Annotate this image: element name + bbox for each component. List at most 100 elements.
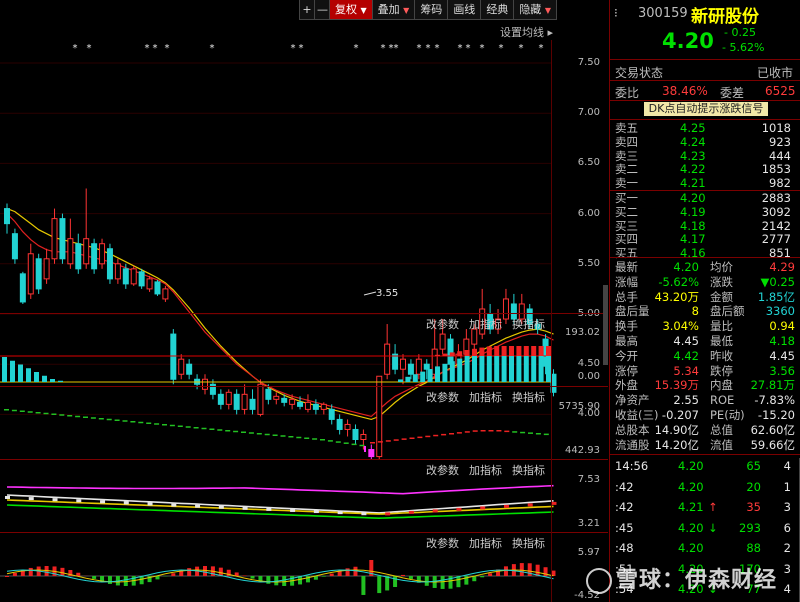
info-marker-icon: * bbox=[480, 43, 485, 54]
sub4-bar bbox=[282, 576, 287, 586]
sub1-bar-red bbox=[509, 346, 514, 356]
sub2-segment bbox=[154, 423, 160, 425]
sub2-segment bbox=[385, 440, 391, 442]
sub2-segment bbox=[177, 425, 183, 427]
sub4-bar bbox=[5, 576, 9, 577]
sub3-mark bbox=[385, 512, 391, 516]
sub2-segment bbox=[209, 428, 215, 430]
scrollbar[interactable] bbox=[603, 285, 608, 365]
sub2-segment bbox=[130, 421, 136, 423]
tick-row: :42 4.21 ↑ 35 3 bbox=[615, 500, 791, 514]
sub2-segment bbox=[225, 430, 231, 432]
sub1-bar bbox=[34, 372, 39, 382]
add-indicator-button[interactable]: 加指标 bbox=[469, 389, 502, 405]
change-params-button[interactable]: 改参数 bbox=[426, 462, 459, 478]
sub4-bar bbox=[187, 568, 192, 576]
sub2-segment bbox=[449, 433, 454, 435]
candle-body bbox=[368, 449, 375, 458]
sub1-bar-red bbox=[523, 346, 529, 356]
candle-body bbox=[146, 278, 153, 290]
sub1-bar-red bbox=[464, 350, 470, 356]
switch-indicator-button[interactable]: 换指标 bbox=[512, 389, 545, 405]
sub3-tools: 改参数 加指标 换指标 bbox=[426, 462, 545, 478]
sub4-bar bbox=[107, 576, 112, 584]
sub3-mark bbox=[432, 509, 438, 513]
sub2-segment bbox=[233, 430, 239, 433]
stat-row: 外盘 15.39万 内盘 27.81万 bbox=[615, 378, 795, 393]
change-params-button[interactable]: 改参数 bbox=[426, 316, 459, 332]
stock-code: 300159 bbox=[638, 6, 688, 21]
sub2-segment bbox=[67, 415, 73, 417]
candle-body bbox=[312, 403, 319, 410]
candle-body bbox=[336, 418, 343, 430]
sub2-segment bbox=[504, 430, 510, 433]
switch-indicator-button[interactable]: 换指标 bbox=[512, 535, 545, 551]
sub1-bar bbox=[501, 356, 507, 382]
sub3-mark bbox=[28, 497, 34, 501]
candle-body bbox=[178, 358, 185, 375]
add-indicator-button[interactable]: 加指标 bbox=[469, 316, 502, 332]
tick-row: :48 4.20 88 2 bbox=[615, 541, 791, 555]
sub2-segment bbox=[409, 437, 415, 439]
sub2-segment bbox=[256, 433, 262, 435]
sub4-tools: 改参数 加指标 换指标 bbox=[426, 535, 545, 551]
change-params-button[interactable]: 改参数 bbox=[426, 389, 459, 405]
sub1-bar-red bbox=[486, 346, 492, 356]
sub2-segment bbox=[185, 426, 191, 428]
candle-body bbox=[75, 243, 82, 270]
sub2-segment bbox=[27, 411, 33, 413]
stat-row: 总股本 14.90亿 总值 62.60亿 bbox=[615, 422, 795, 437]
sub3-mark bbox=[195, 504, 201, 508]
sub2-segment bbox=[464, 431, 470, 433]
divider bbox=[0, 313, 608, 314]
snowball-logo-icon bbox=[586, 568, 612, 594]
stat-row: 今开 4.42 昨收 4.45 bbox=[615, 348, 795, 363]
info-marker-icon: * bbox=[381, 43, 386, 54]
dk-signal-button[interactable]: DK点自动提示涨跌信号 bbox=[644, 102, 768, 116]
sub1-bar bbox=[442, 363, 448, 382]
sub2-segment bbox=[425, 435, 431, 438]
candle-body bbox=[304, 401, 311, 410]
price-change: - 0.25 bbox=[724, 26, 756, 39]
sub2-segment bbox=[19, 410, 25, 412]
sub1-bar bbox=[427, 369, 433, 382]
sub3-max-label: 7.53 bbox=[577, 474, 600, 485]
candle-body bbox=[59, 218, 66, 260]
candle-body bbox=[122, 268, 129, 285]
sub3-mark bbox=[361, 512, 367, 516]
add-indicator-button[interactable]: 加指标 bbox=[469, 462, 502, 478]
info-marker-icon: * bbox=[417, 43, 422, 54]
sub3-mark bbox=[147, 502, 153, 506]
info-marker-icon: * bbox=[87, 43, 92, 54]
candle-body bbox=[423, 363, 430, 370]
price-tick-label: 4.50 bbox=[577, 358, 600, 370]
sub2-max-label: 5735.90 bbox=[558, 401, 600, 412]
menu-icon[interactable]: ⁝ bbox=[614, 6, 618, 20]
sub2-min-label: 442.93 bbox=[565, 445, 600, 456]
candle-body bbox=[320, 403, 327, 410]
chart-area[interactable]: + — 复权 ▼ 叠加 ▼ 筹码 画线 经典 隐藏 ▼ 设置均线 ▸ * * * * *… bbox=[0, 0, 608, 602]
sub4-bar bbox=[266, 576, 271, 584]
switch-indicator-button[interactable]: 换指标 bbox=[512, 316, 545, 332]
candle-body bbox=[11, 233, 18, 260]
kline-chart[interactable]: * * * * * * * * * * * * * * * * * * * * * bbox=[0, 0, 608, 602]
candle-body bbox=[202, 378, 208, 390]
candle-body bbox=[273, 395, 280, 400]
sub1-bar-red bbox=[449, 352, 455, 356]
candle-body bbox=[162, 288, 169, 300]
sub4-bar bbox=[60, 567, 65, 576]
candle-body bbox=[170, 333, 177, 380]
sub1-bar bbox=[464, 356, 470, 382]
stat-row: 净资产 2.55 ROE -7.83% bbox=[615, 393, 795, 408]
sub2-segment bbox=[393, 439, 399, 441]
candle-body bbox=[225, 391, 232, 405]
sub3-mark bbox=[480, 506, 486, 510]
change-params-button[interactable]: 改参数 bbox=[426, 535, 459, 551]
stat-row: 盘后量 8 盘后额 3360 bbox=[615, 304, 795, 319]
sub4-bar bbox=[361, 576, 366, 595]
add-indicator-button[interactable]: 加指标 bbox=[469, 535, 502, 551]
switch-indicator-button[interactable]: 换指标 bbox=[512, 462, 545, 478]
sub1-bar bbox=[42, 375, 47, 382]
sub4-bar bbox=[401, 574, 405, 576]
candle-body bbox=[233, 393, 240, 410]
